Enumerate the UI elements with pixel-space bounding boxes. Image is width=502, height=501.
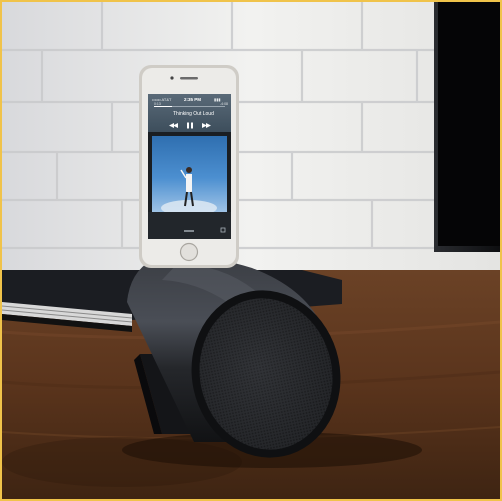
front-camera xyxy=(170,76,174,80)
photo xyxy=(2,2,500,499)
remaining-time: -4:08 xyxy=(220,102,228,106)
photo-frame: •••oo AT&T 2:35 PM ▮▮▮ 0:13 -4:08 Thinki… xyxy=(0,0,502,501)
iphone xyxy=(139,65,239,268)
brick-wall xyxy=(2,2,500,277)
home-button[interactable] xyxy=(179,242,199,262)
monitor xyxy=(434,2,500,252)
elapsed-time: 0:13 xyxy=(154,102,161,106)
status-time: 2:35 PM xyxy=(184,97,202,102)
song-title: Thinking Out Loud xyxy=(173,111,214,117)
earpiece xyxy=(180,77,198,80)
airplay-icon[interactable] xyxy=(184,230,194,232)
